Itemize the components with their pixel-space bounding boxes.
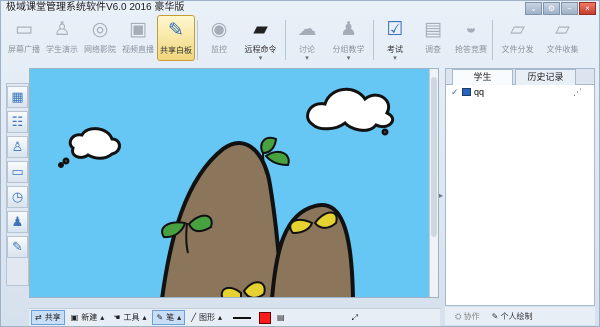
file-distribute-button[interactable]: ▱ 文件分发 xyxy=(495,15,540,61)
settings-button[interactable]: ⚙ xyxy=(543,2,560,15)
selected-color-button[interactable] xyxy=(259,311,272,324)
save-button[interactable]: ▤ xyxy=(274,310,288,325)
quiz-competition-button[interactable]: ◒ 抢答竞赛 xyxy=(452,15,490,61)
network-movie-button[interactable]: ◎ 网络影院 xyxy=(81,15,119,61)
file-collect-button[interactable]: ▱ 文件收集 xyxy=(540,15,585,61)
whiteboard-canvas[interactable] xyxy=(29,68,439,298)
copy-icon[interactable]: ▭ xyxy=(7,161,28,183)
student-history-panel: 学生 历史记录 ✓ qq ⋰ xyxy=(445,68,595,306)
toolbar-separator xyxy=(285,20,286,60)
shape-icon: ╱ xyxy=(191,313,197,322)
exam-button[interactable]: ☑ 考试 ▾ xyxy=(376,15,414,63)
main-toolbar: ▭ 屏幕广播 ♙ 学生演示 ◎ 网络影院 ▣ 视频直播 ✎ 共享白板 ◉ 监控 ▰ 远程命令 ▾… xyxy=(1,15,600,64)
screen-broadcast-button[interactable]: ▭ 屏幕广播 xyxy=(5,15,43,61)
group-icon: ♟ xyxy=(339,18,358,40)
buzzer-icon: ◒ xyxy=(465,18,477,39)
personal-draw-button[interactable]: ✎ 个人绘制 xyxy=(492,311,533,322)
chevron-down-icon: ▾ xyxy=(258,55,263,62)
tab-history[interactable]: 历史记录 xyxy=(515,69,576,85)
checkmark-icon: ✓ xyxy=(451,86,459,97)
network-icon: ⋰ xyxy=(573,86,582,97)
group-teaching-button[interactable]: ♟ 分组教学 ▾ xyxy=(326,15,371,63)
whiteboard-drawing xyxy=(30,69,438,297)
fullscreen-button[interactable]: ⤢ xyxy=(349,310,361,325)
film-icon: ◎ xyxy=(91,18,109,40)
chevron-up-icon: ▴ xyxy=(218,313,223,322)
chevron-down-icon: ▾ xyxy=(305,55,309,62)
monitor-icon: ▭ xyxy=(15,18,33,40)
collaborate-button[interactable]: ⛭ 协作 xyxy=(455,311,480,322)
canvas-vertical-scrollbar[interactable] xyxy=(429,69,438,297)
scroll-thumb[interactable] xyxy=(431,77,437,237)
tool-button[interactable]: ☚ 工具 ▴ xyxy=(110,310,149,325)
share-button[interactable]: ⇄ 共享 xyxy=(31,310,65,325)
student-name: qq xyxy=(474,87,485,97)
chevron-up-icon: ▴ xyxy=(100,313,105,322)
toolbar-separator xyxy=(197,20,198,60)
panel-collapse-handle[interactable]: ▸ xyxy=(439,191,443,200)
toolbar-separator xyxy=(492,20,493,60)
whiteboard-bottom-toolbar: ⇄ 共享 ▣ 新建 ▴ ☚ 工具 ▴ ✎ 笔 ▴ ╱ 图形 ▴ ▤ ⤢ xyxy=(29,308,440,326)
clock-icon[interactable]: ◷ xyxy=(7,186,28,208)
tab-students[interactable]: 学生 xyxy=(452,69,513,85)
survey-icon: ▤ xyxy=(424,18,442,40)
shared-whiteboard-button[interactable]: ✎ 共享白板 xyxy=(157,15,195,61)
pencil-icon[interactable]: ✎ xyxy=(7,236,28,258)
grid-icon[interactable]: ▦ xyxy=(7,86,28,108)
file-send-icon: ▱ xyxy=(510,18,525,40)
student-remove-icon[interactable]: ♙ xyxy=(7,136,28,158)
window-controls: ⌄ ⚙ − × xyxy=(525,2,596,15)
hand-icon: ☚ xyxy=(113,313,121,322)
discussion-button[interactable]: ☁ 讨论 ▾ xyxy=(288,15,326,63)
presenter-icon: ♙ xyxy=(53,18,71,40)
minimize-button[interactable]: − xyxy=(561,2,578,15)
right-panel-tabs: 学生 历史记录 xyxy=(446,69,594,85)
chevron-up-icon: ▴ xyxy=(142,313,147,322)
file-collect-icon: ▱ xyxy=(555,18,570,40)
pen-button[interactable]: ✎ 笔 ▴ xyxy=(152,310,186,325)
chevron-down-icon: ▾ xyxy=(346,55,351,62)
close-button[interactable]: × xyxy=(579,2,596,15)
collapse-button[interactable]: ⌄ xyxy=(525,2,542,15)
chat-icon: ☁ xyxy=(297,18,317,40)
left-tool-panel: ▦ ☷ ♙ ▭ ◷ ♟ ✎ xyxy=(6,83,29,286)
shape-button[interactable]: ╱ 图形 ▴ xyxy=(188,310,225,325)
exam-icon: ☑ xyxy=(386,18,404,40)
toolbar-separator xyxy=(373,20,374,60)
new-button[interactable]: ▣ 新建 ▴ xyxy=(68,310,108,325)
whiteboard-icon: ✎ xyxy=(168,19,184,41)
survey-button[interactable]: ▤ 调查 xyxy=(414,15,452,61)
list-icon[interactable]: ☷ xyxy=(7,111,28,133)
chevron-up-icon: ▴ xyxy=(177,313,182,322)
new-page-icon: ▣ xyxy=(70,313,79,322)
remote-command-button[interactable]: ▰ 远程命令 ▾ xyxy=(238,15,283,63)
video-live-button[interactable]: ▣ 视频直播 xyxy=(119,15,157,61)
user-add-icon[interactable]: ♟ xyxy=(7,211,28,233)
pen-icon: ✎ xyxy=(156,313,164,322)
eye-icon: ◉ xyxy=(210,18,228,40)
line-width-button[interactable] xyxy=(233,316,252,319)
window-title: 极域课堂管理系统软件V6.0 2016 豪华版 xyxy=(6,2,185,13)
student-list-item[interactable]: ✓ qq ⋰ xyxy=(446,85,594,99)
share-icon: ⇄ xyxy=(35,313,42,322)
chevron-down-icon: ▾ xyxy=(393,55,397,62)
monitor-button[interactable]: ◉ 监控 xyxy=(200,15,238,61)
student-demo-button[interactable]: ♙ 学生演示 xyxy=(43,15,81,61)
student-computer-icon xyxy=(462,88,471,96)
camera-icon: ▣ xyxy=(129,18,147,40)
terminal-icon: ▰ xyxy=(253,18,268,40)
classroom-management-window: 极域课堂管理系统软件V6.0 2016 豪华版 ⌄ ⚙ − × ▭ 屏幕广播 ♙ 学… xyxy=(0,0,600,327)
expand-icon: ⤢ xyxy=(351,312,358,322)
save-icon: ▤ xyxy=(277,313,285,322)
right-panel-footer: ⛭ 协作 ✎ 个人绘制 xyxy=(445,307,595,325)
